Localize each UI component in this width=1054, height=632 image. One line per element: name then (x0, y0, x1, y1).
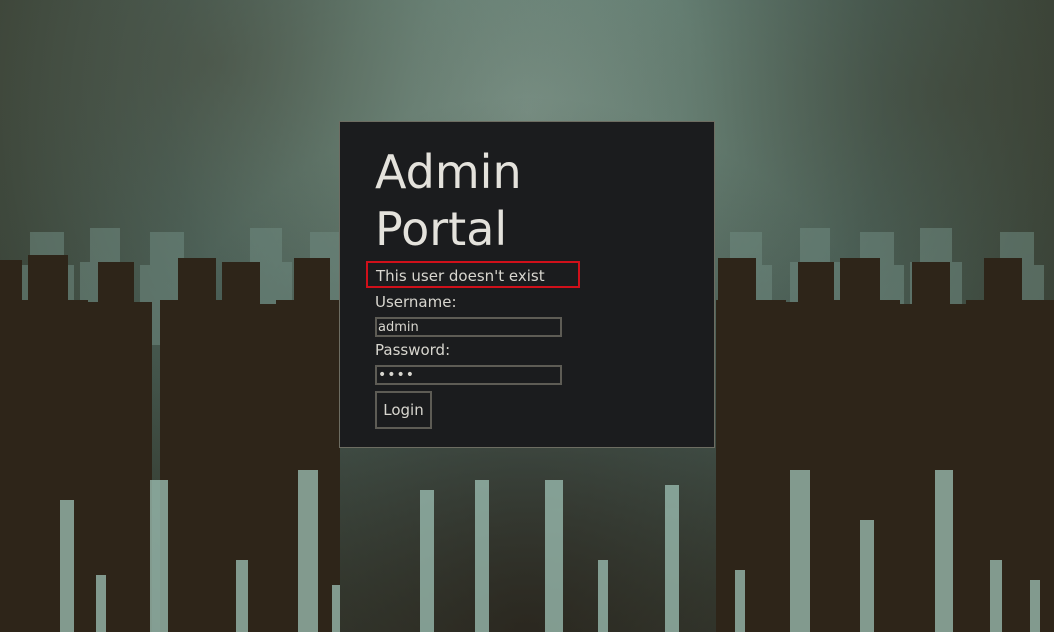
username-field[interactable] (375, 317, 562, 337)
error-message: This user doesn't exist (366, 261, 580, 288)
password-label: Password: (375, 341, 451, 359)
password-field[interactable] (375, 365, 562, 385)
login-button[interactable]: Login (375, 391, 432, 429)
username-label: Username: (375, 293, 457, 311)
login-panel: Admin Portal This user doesn't exist Use… (339, 121, 715, 448)
page-title: Admin Portal (375, 145, 522, 256)
